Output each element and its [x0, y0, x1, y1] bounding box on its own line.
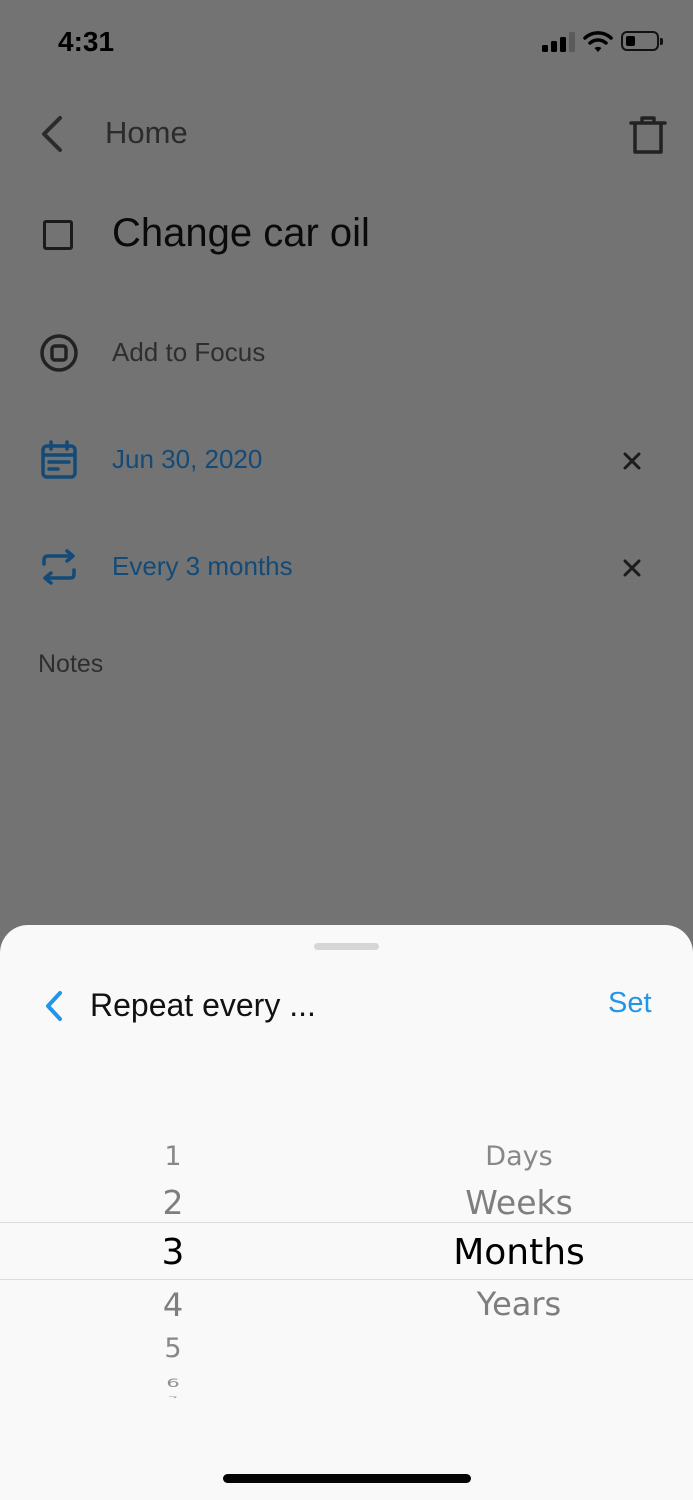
- back-label[interactable]: Home: [105, 115, 188, 151]
- clear-repeat-close-icon[interactable]: [617, 553, 647, 583]
- repeat-bottom-sheet: Repeat every ... Set 1 2 3 4 5 6 7 Days …: [0, 925, 693, 1500]
- notes-field[interactable]: Notes: [38, 650, 103, 679]
- clear-date-close-icon[interactable]: [617, 446, 647, 476]
- repeat-setting[interactable]: Every 3 months: [112, 551, 293, 582]
- sheet-back-chevron-icon[interactable]: [40, 987, 70, 1025]
- number-option[interactable]: 1: [164, 1141, 181, 1172]
- task-complete-checkbox[interactable]: [43, 220, 73, 250]
- due-date[interactable]: Jun 30, 2020: [112, 444, 262, 475]
- number-option[interactable]: 4: [163, 1286, 183, 1324]
- home-indicator[interactable]: [223, 1474, 471, 1483]
- sheet-grabber[interactable]: [314, 943, 379, 950]
- repeat-icon: [42, 549, 76, 585]
- unit-option[interactable]: Years: [477, 1285, 561, 1323]
- picker-selection-band: [0, 1222, 693, 1280]
- number-option[interactable]: 5: [164, 1333, 181, 1364]
- unit-option-selected[interactable]: Months: [453, 1232, 585, 1273]
- wifi-icon: [583, 31, 613, 52]
- set-button[interactable]: Set: [608, 987, 652, 1020]
- unit-option[interactable]: Weeks: [465, 1183, 573, 1222]
- target-icon: [40, 334, 78, 372]
- unit-option[interactable]: Days: [485, 1141, 552, 1172]
- back-chevron-icon[interactable]: [36, 112, 68, 156]
- status-time: 4:31: [58, 26, 115, 57]
- battery-icon: [621, 31, 663, 51]
- task-title[interactable]: Change car oil: [112, 211, 370, 256]
- number-option[interactable]: 6: [166, 1376, 179, 1389]
- calendar-icon: [41, 440, 77, 479]
- task-detail-screen: 4:31 Home Change car oil Add to Focus Ju…: [0, 0, 693, 1500]
- number-option[interactable]: 7: [168, 1395, 178, 1398]
- cellular-signal-icon: [542, 32, 576, 52]
- add-to-focus[interactable]: Add to Focus: [112, 337, 265, 368]
- trash-icon[interactable]: [628, 114, 668, 156]
- number-option-selected[interactable]: 3: [162, 1232, 185, 1273]
- number-option[interactable]: 2: [163, 1183, 184, 1222]
- sheet-title: Repeat every ...: [90, 987, 316, 1023]
